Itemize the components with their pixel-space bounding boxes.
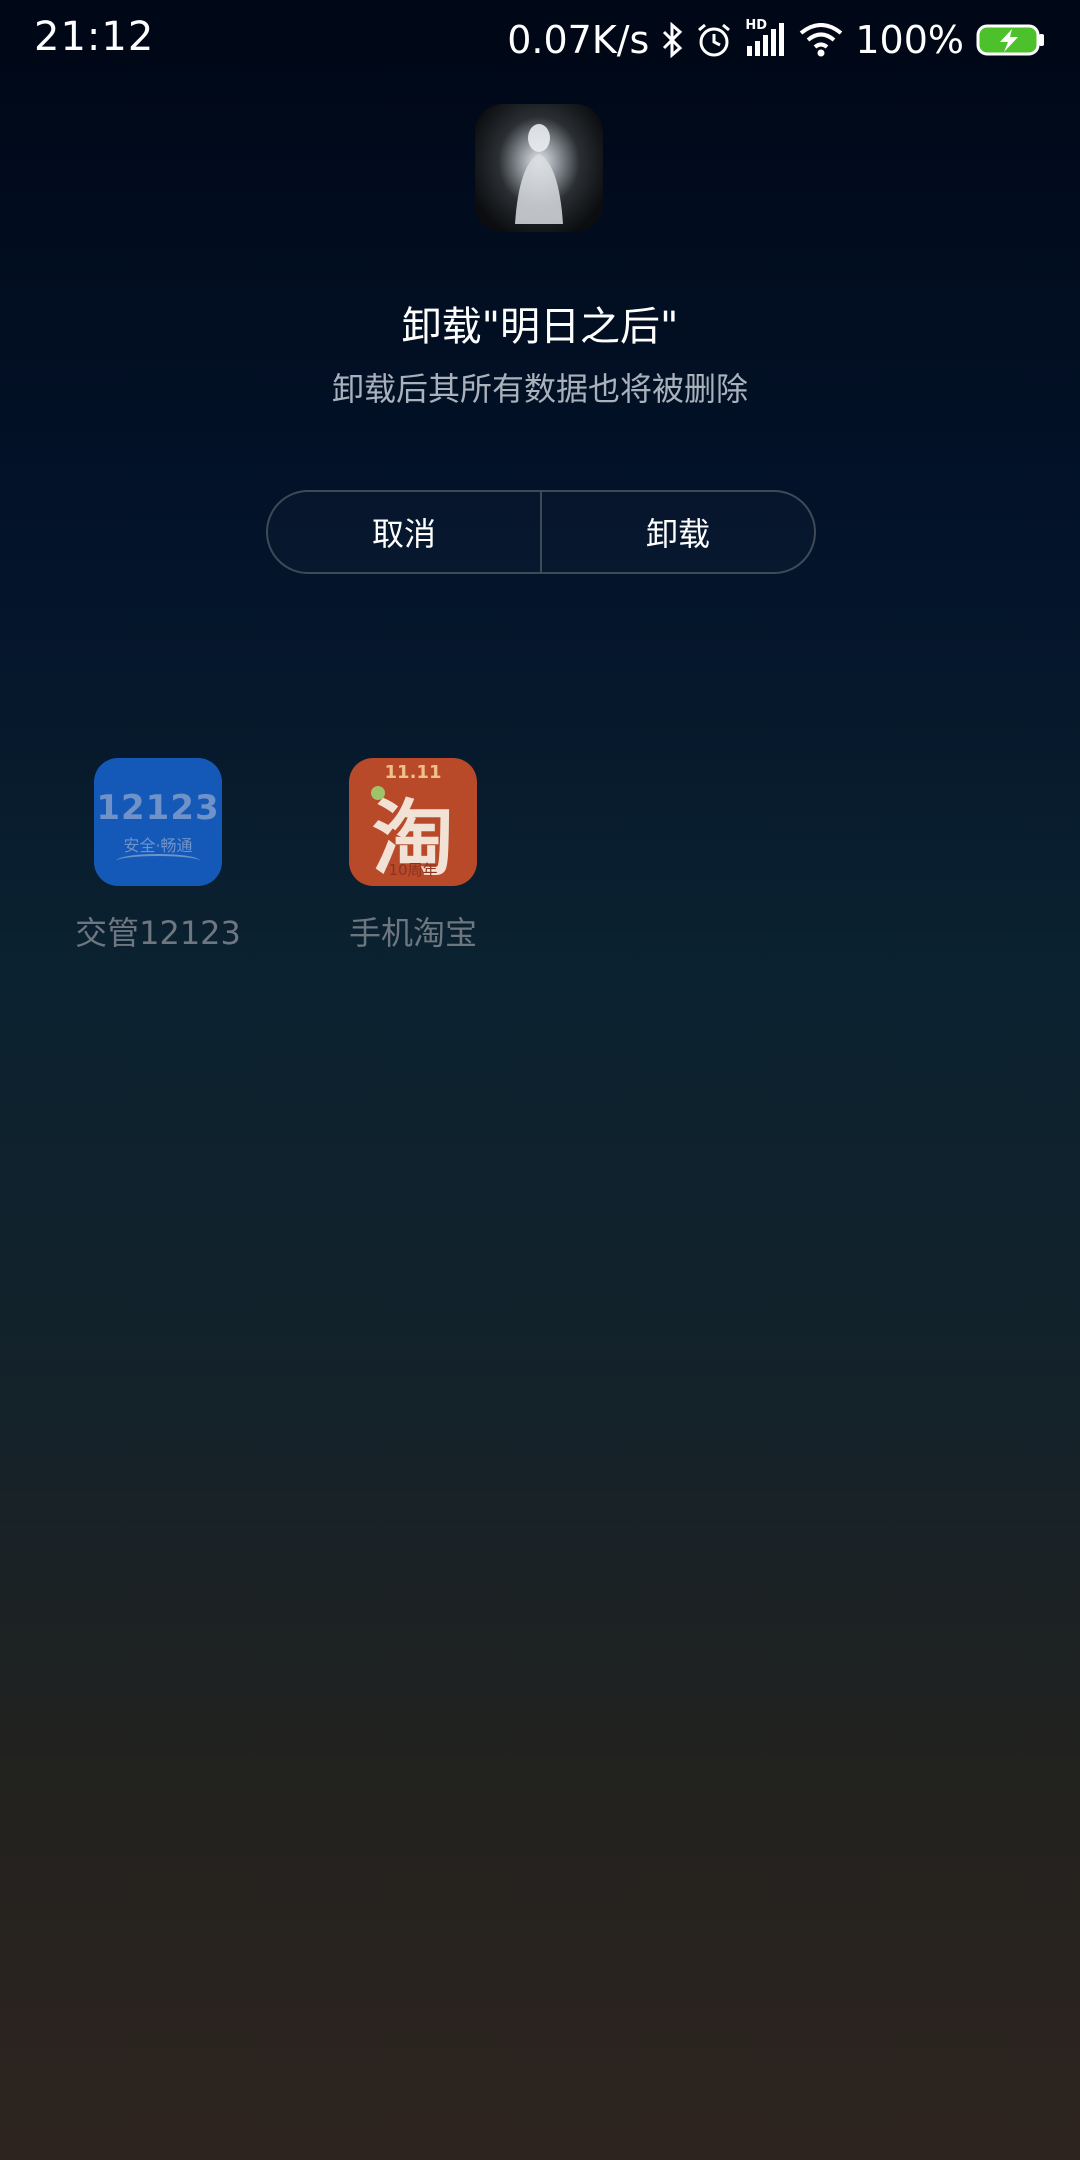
status-time: 21:12: [34, 14, 155, 60]
bluetooth-icon: [661, 22, 683, 58]
dialog-subtitle: 卸载后其所有数据也将被删除: [331, 370, 748, 408]
signal-icon: HD: [745, 18, 787, 58]
icon-bottom-text: 10周年: [388, 861, 438, 879]
app-label: 交管12123: [75, 914, 241, 952]
app-shortcut-12123[interactable]: 12123 安全·畅通 交管12123: [48, 758, 268, 954]
icon-subtext: 安全·畅通: [123, 836, 193, 855]
dialog-title: 卸载"明日之后": [401, 304, 679, 350]
wifi-icon: [799, 23, 843, 57]
status-bar: 21:12 0.07K/s HD 100%: [0, 0, 1080, 80]
network-speed: 0.07K/s: [507, 18, 650, 62]
battery-percent: 100%: [855, 18, 964, 62]
alarm-icon: [695, 21, 733, 59]
battery-charging-icon: [976, 23, 1046, 57]
dialog-button-group: 取消 卸载: [266, 490, 816, 574]
app-icon: [475, 104, 603, 232]
icon-arc: [116, 854, 200, 868]
app-shortcut-taobao[interactable]: 11.11 淘 10周年 手机淘宝: [303, 758, 523, 954]
icon-text: 12123: [96, 788, 220, 828]
app-12123-icon: 12123 安全·畅通: [94, 758, 222, 886]
taobao-icon: 11.11 淘 10周年: [349, 758, 477, 886]
uninstall-button[interactable]: 卸载: [540, 492, 814, 572]
cancel-button[interactable]: 取消: [268, 492, 540, 572]
app-label: 手机淘宝: [348, 914, 477, 952]
status-icons: 0.07K/s HD 100%: [507, 14, 1046, 66]
hd-label: HD: [745, 18, 768, 33]
